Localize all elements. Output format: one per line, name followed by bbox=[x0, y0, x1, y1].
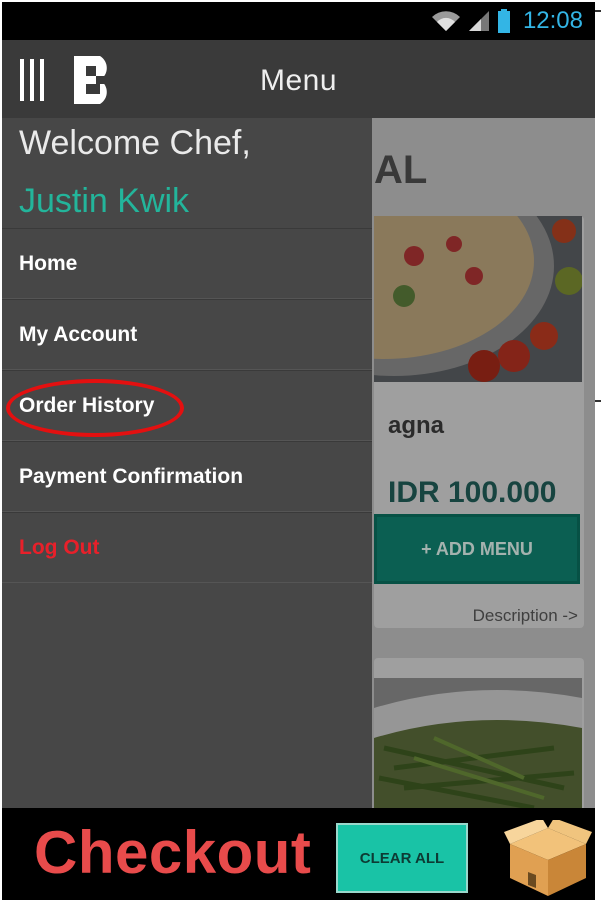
app-bar-title: Menu bbox=[260, 64, 338, 97]
highlight-annotation bbox=[6, 379, 184, 437]
drawer-menu: Home My Account Order History Payment Co… bbox=[2, 228, 372, 583]
edge-marker bbox=[595, 400, 601, 402]
edge-marker bbox=[595, 10, 601, 12]
user-name: Justin Kwik bbox=[19, 182, 190, 220]
status-icons: 12:08 bbox=[431, 6, 583, 36]
status-bar: 12:08 bbox=[2, 2, 595, 40]
drawer-item-label: My Account bbox=[19, 322, 138, 346]
greeting-text: Welcome Chef, bbox=[19, 124, 251, 162]
drawer-toggle-icon[interactable] bbox=[20, 59, 46, 101]
bottom-bar: Checkout CLEAR ALL bbox=[2, 808, 595, 900]
drawer-item-my-account[interactable]: My Account bbox=[2, 299, 372, 370]
drawer-item-label: Log Out bbox=[19, 535, 100, 559]
checkout-button[interactable]: Checkout bbox=[34, 818, 311, 887]
wifi-icon bbox=[431, 11, 460, 31]
battery-icon bbox=[497, 9, 510, 33]
drawer-item-label: Home bbox=[19, 251, 78, 275]
app-logo-icon bbox=[74, 56, 114, 104]
clear-all-button[interactable]: CLEAR ALL bbox=[336, 823, 468, 893]
drawer-item-log-out[interactable]: Log Out bbox=[2, 512, 372, 583]
drawer-item-home[interactable]: Home bbox=[2, 228, 372, 299]
signal-icon bbox=[468, 11, 489, 31]
phone-screen: 12:08 Menu AL agna IDR 100.000 + ADD MEN… bbox=[2, 2, 595, 900]
drawer-item-payment-confirmation[interactable]: Payment Confirmation bbox=[2, 441, 372, 512]
cardboard-box-icon[interactable] bbox=[504, 820, 592, 898]
navigation-drawer: Welcome Chef, Justin Kwik Home My Accoun… bbox=[2, 118, 372, 808]
drawer-item-label: Payment Confirmation bbox=[19, 464, 244, 488]
drawer-item-order-history[interactable]: Order History bbox=[2, 370, 372, 441]
status-time: 12:08 bbox=[522, 7, 583, 34]
app-bar: Menu bbox=[2, 40, 595, 118]
